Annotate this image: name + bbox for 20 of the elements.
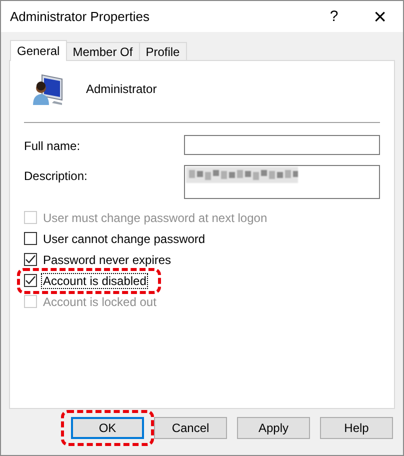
checkbox[interactable] (24, 232, 37, 245)
dialog-button[interactable]: Help (320, 417, 393, 439)
checkbox-label[interactable]: Password never expires (41, 252, 174, 268)
dialog-button[interactable]: Apply (237, 417, 310, 439)
user-name: Administrator (86, 82, 157, 96)
field-label: Description: (24, 168, 88, 185)
dialog-button[interactable]: Cancel (154, 417, 227, 439)
help-button[interactable]: ? (311, 1, 357, 32)
checkbox[interactable] (24, 274, 37, 287)
checkbox-label[interactable]: Account is disabled (41, 272, 148, 288)
checkbox[interactable] (24, 253, 37, 266)
tab[interactable]: Profile (138, 42, 187, 60)
description-field[interactable] (184, 165, 380, 199)
full-name-field[interactable] (184, 135, 380, 155)
window-title: Administrator Properties (10, 9, 150, 24)
tab[interactable]: General (10, 40, 67, 61)
dialog-button[interactable]: OK (71, 417, 144, 439)
field-label: Full name: (24, 138, 82, 155)
close-button[interactable]: × (357, 1, 403, 32)
checkbox-label[interactable]: User cannot change password (41, 230, 208, 246)
